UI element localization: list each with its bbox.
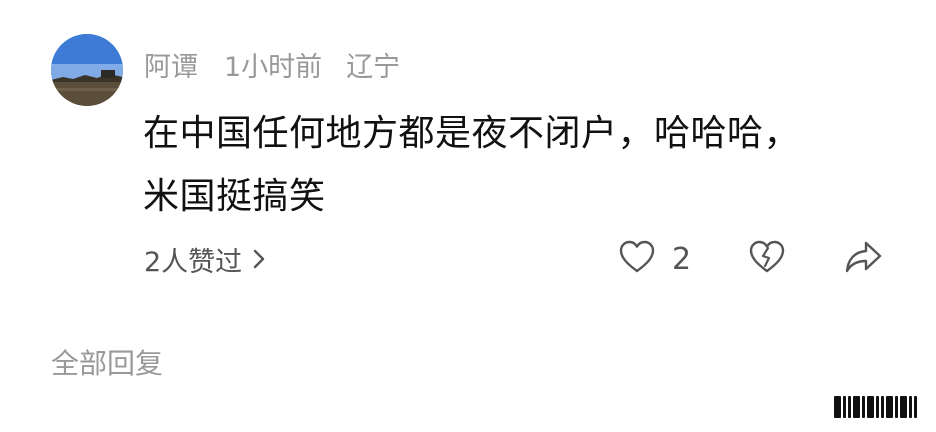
comment-text: 在中国任何地方都是夜不闭户，哈哈哈， 米国挺搞笑 [143, 102, 903, 228]
like-button[interactable]: 2 [618, 237, 691, 281]
comment-text-line: 米国挺搞笑 [143, 176, 326, 217]
comment-meta: 阿谭 1小时前 辽宁 [144, 44, 400, 84]
broken-heart-icon [748, 239, 786, 279]
likes-summary-link[interactable]: 2人赞过 [144, 237, 266, 281]
like-count: 2 [672, 241, 692, 277]
dislike-button[interactable] [748, 237, 786, 281]
all-replies-heading: 全部回复 [51, 347, 164, 380]
avatar-landscape-image [51, 34, 123, 106]
share-arrow-icon [844, 239, 884, 279]
comment-card: 阿谭 1小时前 辽宁 在中国任何地方都是夜不闭户，哈哈哈， 米国挺搞笑 2人赞过… [0, 0, 936, 432]
share-button[interactable] [844, 237, 884, 281]
chevron-right-icon [252, 248, 266, 270]
likes-summary-label: 2人赞过 [144, 246, 243, 278]
timestamp: 1小时前 [224, 51, 323, 83]
watermark-logo [834, 396, 924, 418]
location: 辽宁 [346, 51, 401, 83]
avatar[interactable] [51, 34, 123, 106]
author-name[interactable]: 阿谭 [144, 45, 198, 84]
heart-outline-icon [618, 239, 656, 279]
comment-text-line: 在中国任何地方都是夜不闭户，哈哈哈， [143, 113, 801, 154]
